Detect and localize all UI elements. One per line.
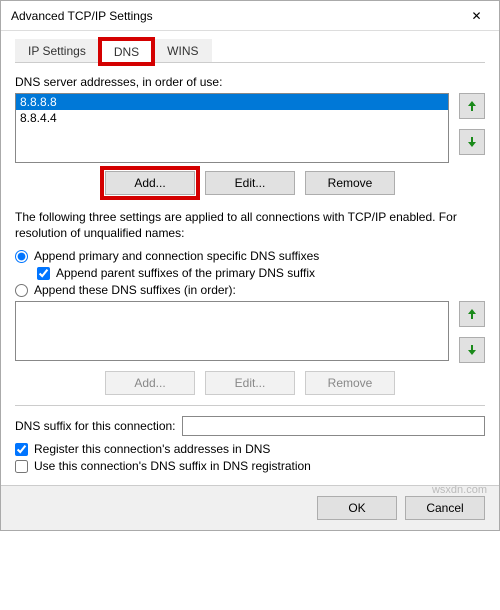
- arrow-up-icon: [466, 308, 478, 320]
- tab-strip: IP Settings DNS WINS: [15, 39, 485, 63]
- cancel-button[interactable]: Cancel: [405, 496, 485, 520]
- arrow-down-icon: [466, 136, 478, 148]
- edit-dns-server-button[interactable]: Edit...: [205, 171, 295, 195]
- radio-append-primary-label: Append primary and connection specific D…: [34, 249, 319, 263]
- check-append-parent[interactable]: [37, 267, 50, 280]
- suffix-connection-label: DNS suffix for this connection:: [15, 419, 176, 433]
- suffix-connection-input[interactable]: [182, 416, 485, 436]
- titlebar: Advanced TCP/IP Settings ✕: [1, 1, 499, 31]
- check-register[interactable]: [15, 443, 28, 456]
- arrow-up-icon: [466, 100, 478, 112]
- tab-wins[interactable]: WINS: [154, 39, 211, 62]
- list-item[interactable]: 8.8.4.4: [16, 110, 448, 126]
- check-use-suffix-label: Use this connection's DNS suffix in DNS …: [34, 459, 311, 473]
- radio-append-these-row[interactable]: Append these DNS suffixes (in order):: [15, 283, 485, 297]
- dns-servers-label: DNS server addresses, in order of use:: [15, 75, 485, 89]
- check-use-suffix-row[interactable]: Use this connection's DNS suffix in DNS …: [15, 459, 485, 473]
- watermark: wsxdn.com: [432, 484, 487, 496]
- check-register-row[interactable]: Register this connection's addresses in …: [15, 442, 485, 456]
- dialog-window: Advanced TCP/IP Settings ✕ IP Settings D…: [0, 0, 500, 531]
- add-suffix-button: Add...: [105, 371, 195, 395]
- tab-dns[interactable]: DNS: [101, 40, 152, 63]
- close-button[interactable]: ✕: [454, 1, 499, 31]
- dialog-buttons: OK Cancel: [1, 485, 499, 530]
- ok-button[interactable]: OK: [317, 496, 397, 520]
- arrow-down-icon: [466, 344, 478, 356]
- check-append-parent-label: Append parent suffixes of the primary DN…: [56, 266, 315, 280]
- dns-servers-listbox[interactable]: 8.8.8.8 8.8.4.4: [15, 93, 449, 163]
- dns-suffix-listbox[interactable]: [15, 301, 449, 361]
- window-title: Advanced TCP/IP Settings: [11, 9, 153, 23]
- close-icon: ✕: [471, 9, 481, 23]
- suffix-move-up-button[interactable]: [459, 301, 485, 327]
- suffix-move-down-button[interactable]: [459, 337, 485, 363]
- remove-suffix-button: Remove: [305, 371, 395, 395]
- check-append-parent-row[interactable]: Append parent suffixes of the primary DN…: [37, 266, 485, 280]
- move-up-button[interactable]: [459, 93, 485, 119]
- remove-dns-server-button[interactable]: Remove: [305, 171, 395, 195]
- list-item[interactable]: 8.8.8.8: [16, 94, 448, 110]
- check-use-suffix[interactable]: [15, 460, 28, 473]
- separator: [15, 405, 485, 406]
- radio-append-these-label: Append these DNS suffixes (in order):: [34, 283, 236, 297]
- radio-append-these[interactable]: [15, 284, 28, 297]
- info-text: The following three settings are applied…: [15, 209, 485, 241]
- add-dns-server-button[interactable]: Add...: [105, 171, 195, 195]
- edit-suffix-button: Edit...: [205, 371, 295, 395]
- radio-append-primary-row[interactable]: Append primary and connection specific D…: [15, 249, 485, 263]
- move-down-button[interactable]: [459, 129, 485, 155]
- check-register-label: Register this connection's addresses in …: [34, 442, 270, 456]
- radio-append-primary[interactable]: [15, 250, 28, 263]
- tab-ip-settings[interactable]: IP Settings: [15, 39, 99, 62]
